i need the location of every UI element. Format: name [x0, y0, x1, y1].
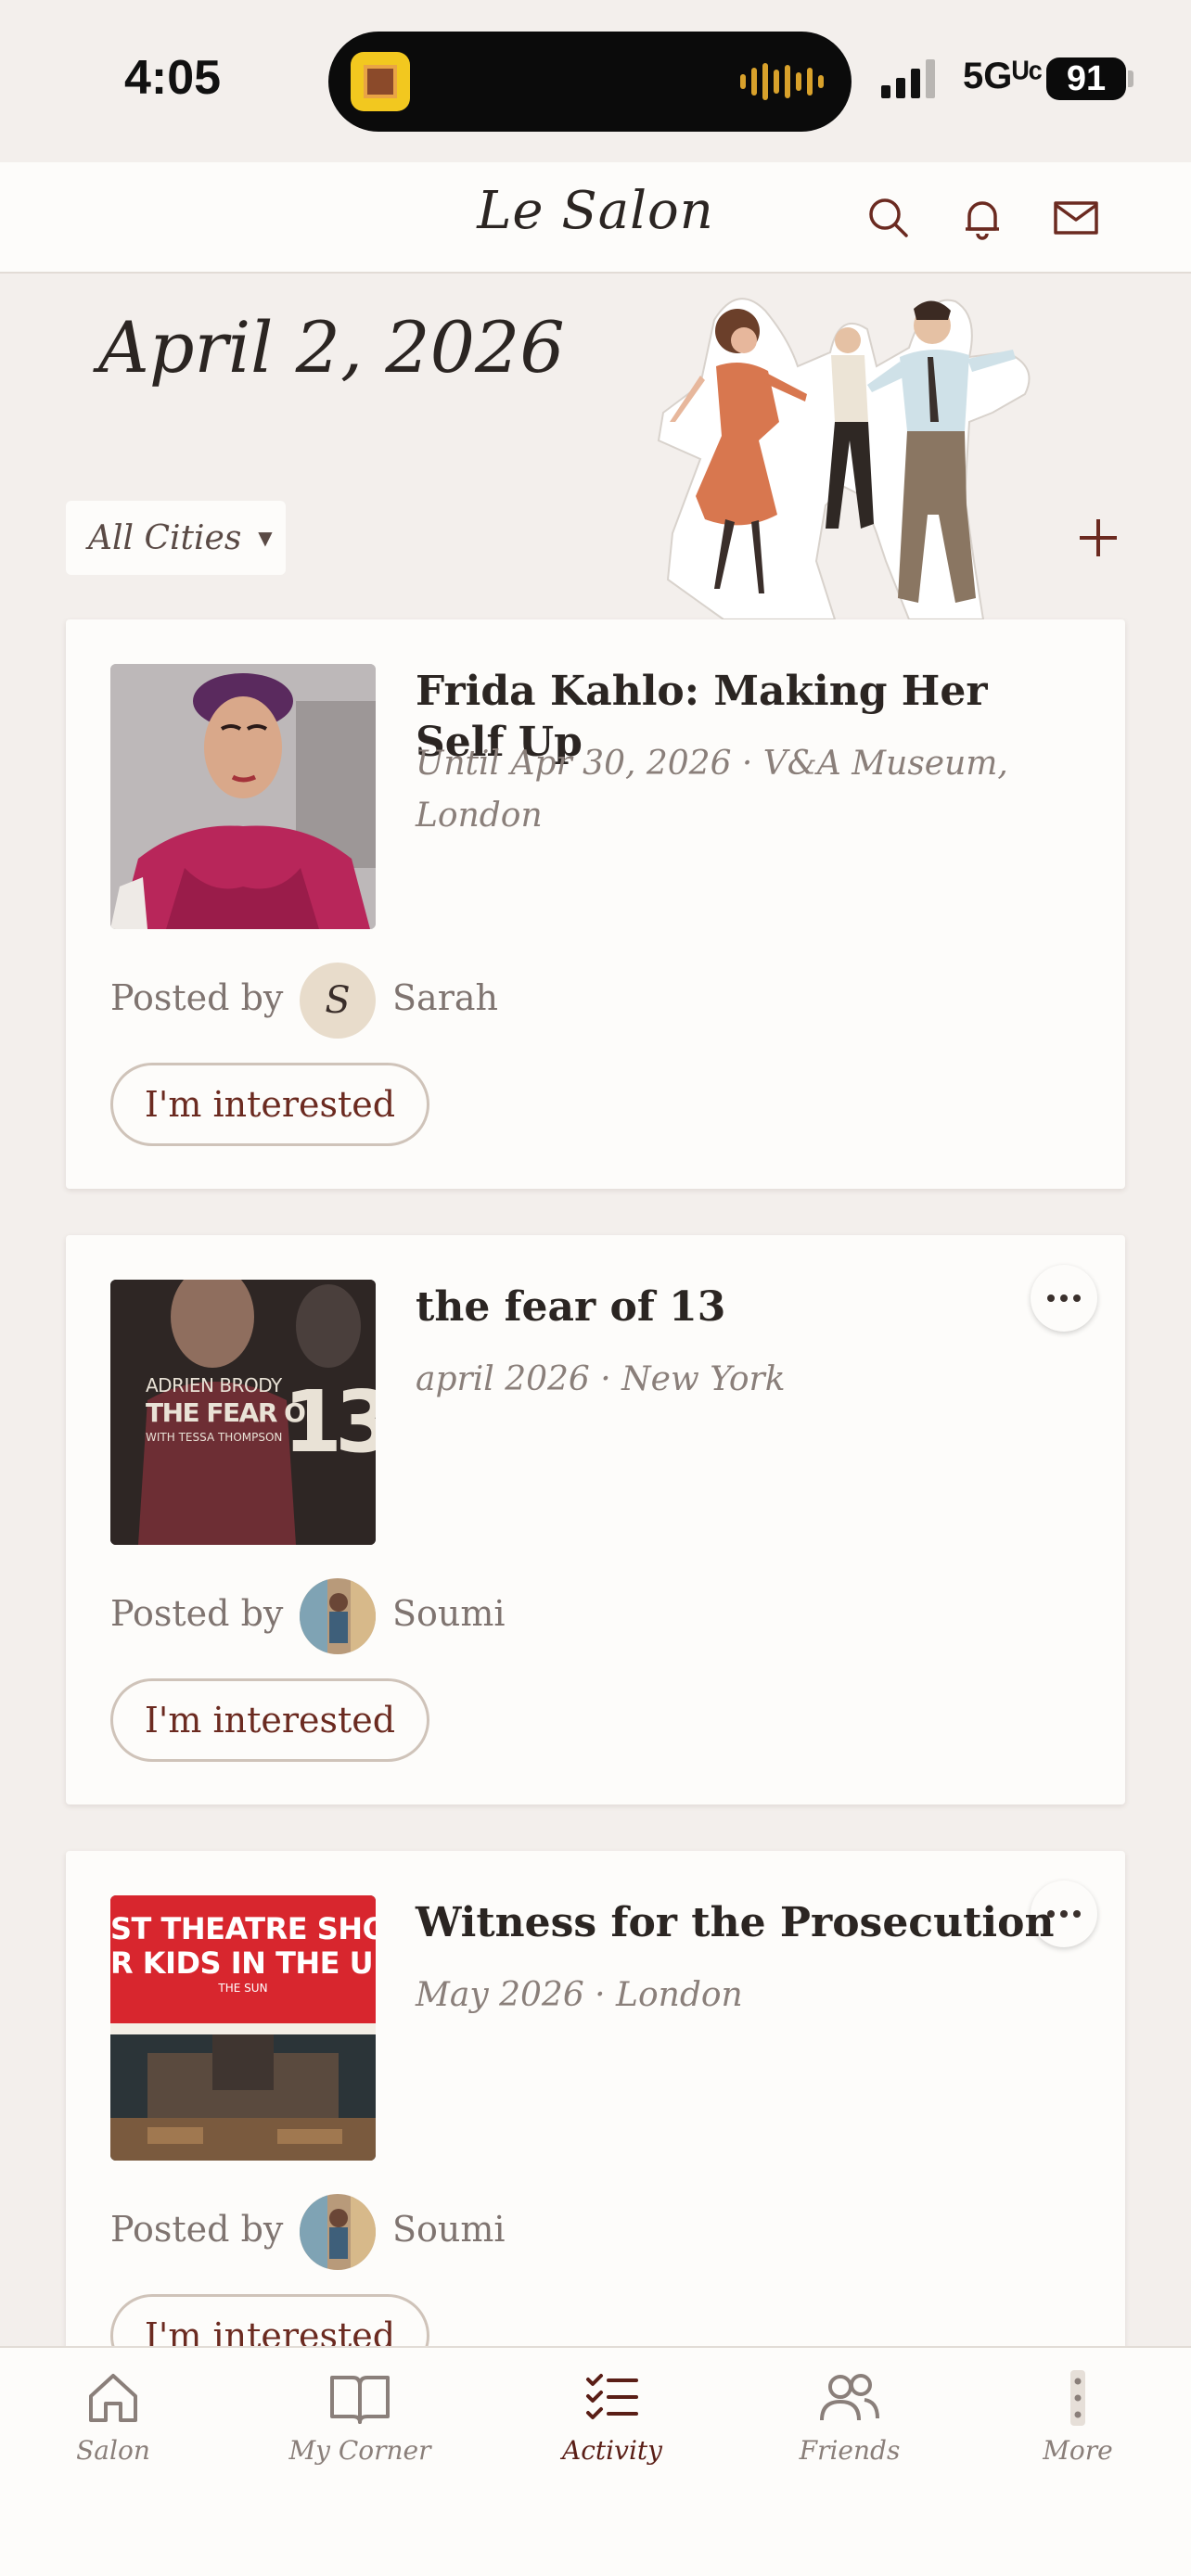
battery-icon: 91	[1046, 57, 1126, 100]
network-type: 5Gᵁᶜ	[963, 56, 1043, 96]
poster-headline-2: R KIDS IN THE U	[110, 1945, 374, 1981]
tab-my-corner[interactable]: My Corner	[267, 2368, 453, 2498]
poster-name[interactable]: Soumi	[392, 1593, 506, 1634]
event-meta: May 2026 · London	[416, 1976, 743, 2014]
interested-button[interactable]: I'm interested	[110, 1063, 429, 1146]
poster-costar: WITH TESSA THOMPSON	[146, 1431, 283, 1444]
poster-title: THE FEAR OF	[146, 1397, 323, 1428]
status-bar: 4:05 5Gᵁᶜ 91	[0, 0, 1191, 162]
search-button[interactable]	[853, 183, 924, 253]
event-card[interactable]: ADRIEN BRODY THE FEAR OF WITH TESSA THOM…	[66, 1235, 1125, 1804]
app-header: Le Salon	[0, 162, 1191, 274]
messages-button[interactable]	[1041, 183, 1111, 253]
tab-more[interactable]: More	[985, 2368, 1171, 2498]
poster-number: 13	[283, 1372, 376, 1472]
event-title[interactable]: Witness for the Prosecution	[416, 1897, 1065, 1948]
tab-label: My Corner	[288, 2435, 431, 2466]
tab-label: More	[1043, 2435, 1113, 2466]
event-thumbnail-fear-of-13[interactable]: ADRIEN BRODY THE FEAR OF WITH TESSA THOM…	[110, 1280, 376, 1545]
home-icon	[89, 2374, 137, 2422]
posted-by-label: Posted by	[110, 1593, 284, 1634]
event-meta: Until Apr 30, 2026 · V&A Museum, London	[416, 745, 1008, 835]
bell-icon	[966, 201, 999, 240]
search-icon	[869, 198, 908, 237]
tab-friends[interactable]: Friends	[757, 2368, 942, 2498]
audio-wave-icon	[740, 63, 824, 100]
page-date-title: April 2, 2026	[98, 306, 565, 389]
bottom-tab-bar: Salon My Corner Activity Friends More	[0, 2346, 1191, 2576]
status-time: 4:05	[124, 51, 222, 105]
event-thumbnail-frida[interactable]	[110, 664, 376, 929]
poster-headline-1: ST THEATRE SHO	[110, 1912, 376, 1946]
poster-name[interactable]: Sarah	[392, 977, 498, 1018]
poster-name[interactable]: Soumi	[392, 2209, 506, 2250]
tab-label: Salon	[76, 2435, 150, 2466]
tab-label: Activity	[562, 2435, 662, 2466]
now-playing-app-icon	[351, 52, 410, 111]
avatar[interactable]: S	[300, 963, 376, 1039]
notifications-button[interactable]	[947, 183, 1018, 253]
tab-salon[interactable]: Salon	[20, 2368, 206, 2498]
mail-icon	[1054, 201, 1098, 235]
poster-source: THE SUN	[218, 1981, 268, 1995]
avatar[interactable]	[300, 1578, 376, 1654]
cellular-signal-icon	[881, 59, 935, 98]
city-filter-dropdown[interactable]: All Cities ▼	[66, 501, 286, 575]
event-title[interactable]: the fear of 13	[416, 1282, 1065, 1333]
event-thumbnail-witness[interactable]: ST THEATRE SHO R KIDS IN THE U THE SUN	[110, 1895, 376, 2161]
caret-down-icon: ▼	[258, 527, 273, 549]
dynamic-island[interactable]	[328, 32, 852, 132]
more-vertical-icon	[1070, 2370, 1085, 2426]
interested-button[interactable]: I'm interested	[110, 1678, 429, 1762]
battery-tip	[1128, 70, 1133, 87]
avatar-initial: S	[325, 979, 351, 1022]
event-card[interactable]: ST THEATRE SHO R KIDS IN THE U THE SUN W…	[66, 1851, 1125, 2420]
posted-by-label: Posted by	[110, 2209, 284, 2250]
event-meta: april 2026 · New York	[416, 1360, 786, 1398]
city-filter-label: All Cities	[88, 518, 242, 557]
avatar[interactable]	[300, 2194, 376, 2270]
friends-icon	[820, 2374, 879, 2421]
event-card[interactable]: Frida Kahlo: Making Her Self Up Until Ap…	[66, 619, 1125, 1189]
dancers-illustration	[657, 298, 1031, 619]
poster-actor: ADRIEN BRODY	[146, 1374, 282, 1396]
checklist-icon	[586, 2374, 638, 2419]
book-icon	[330, 2376, 390, 2424]
app-screen: 4:05 5Gᵁᶜ 91 Le Salon April 2, 2026 All …	[0, 0, 1191, 2576]
posted-by-label: Posted by	[110, 977, 284, 1018]
tab-activity[interactable]: Activity	[519, 2368, 705, 2498]
tab-label: Friends	[799, 2435, 901, 2466]
add-event-button[interactable]	[1076, 516, 1121, 560]
